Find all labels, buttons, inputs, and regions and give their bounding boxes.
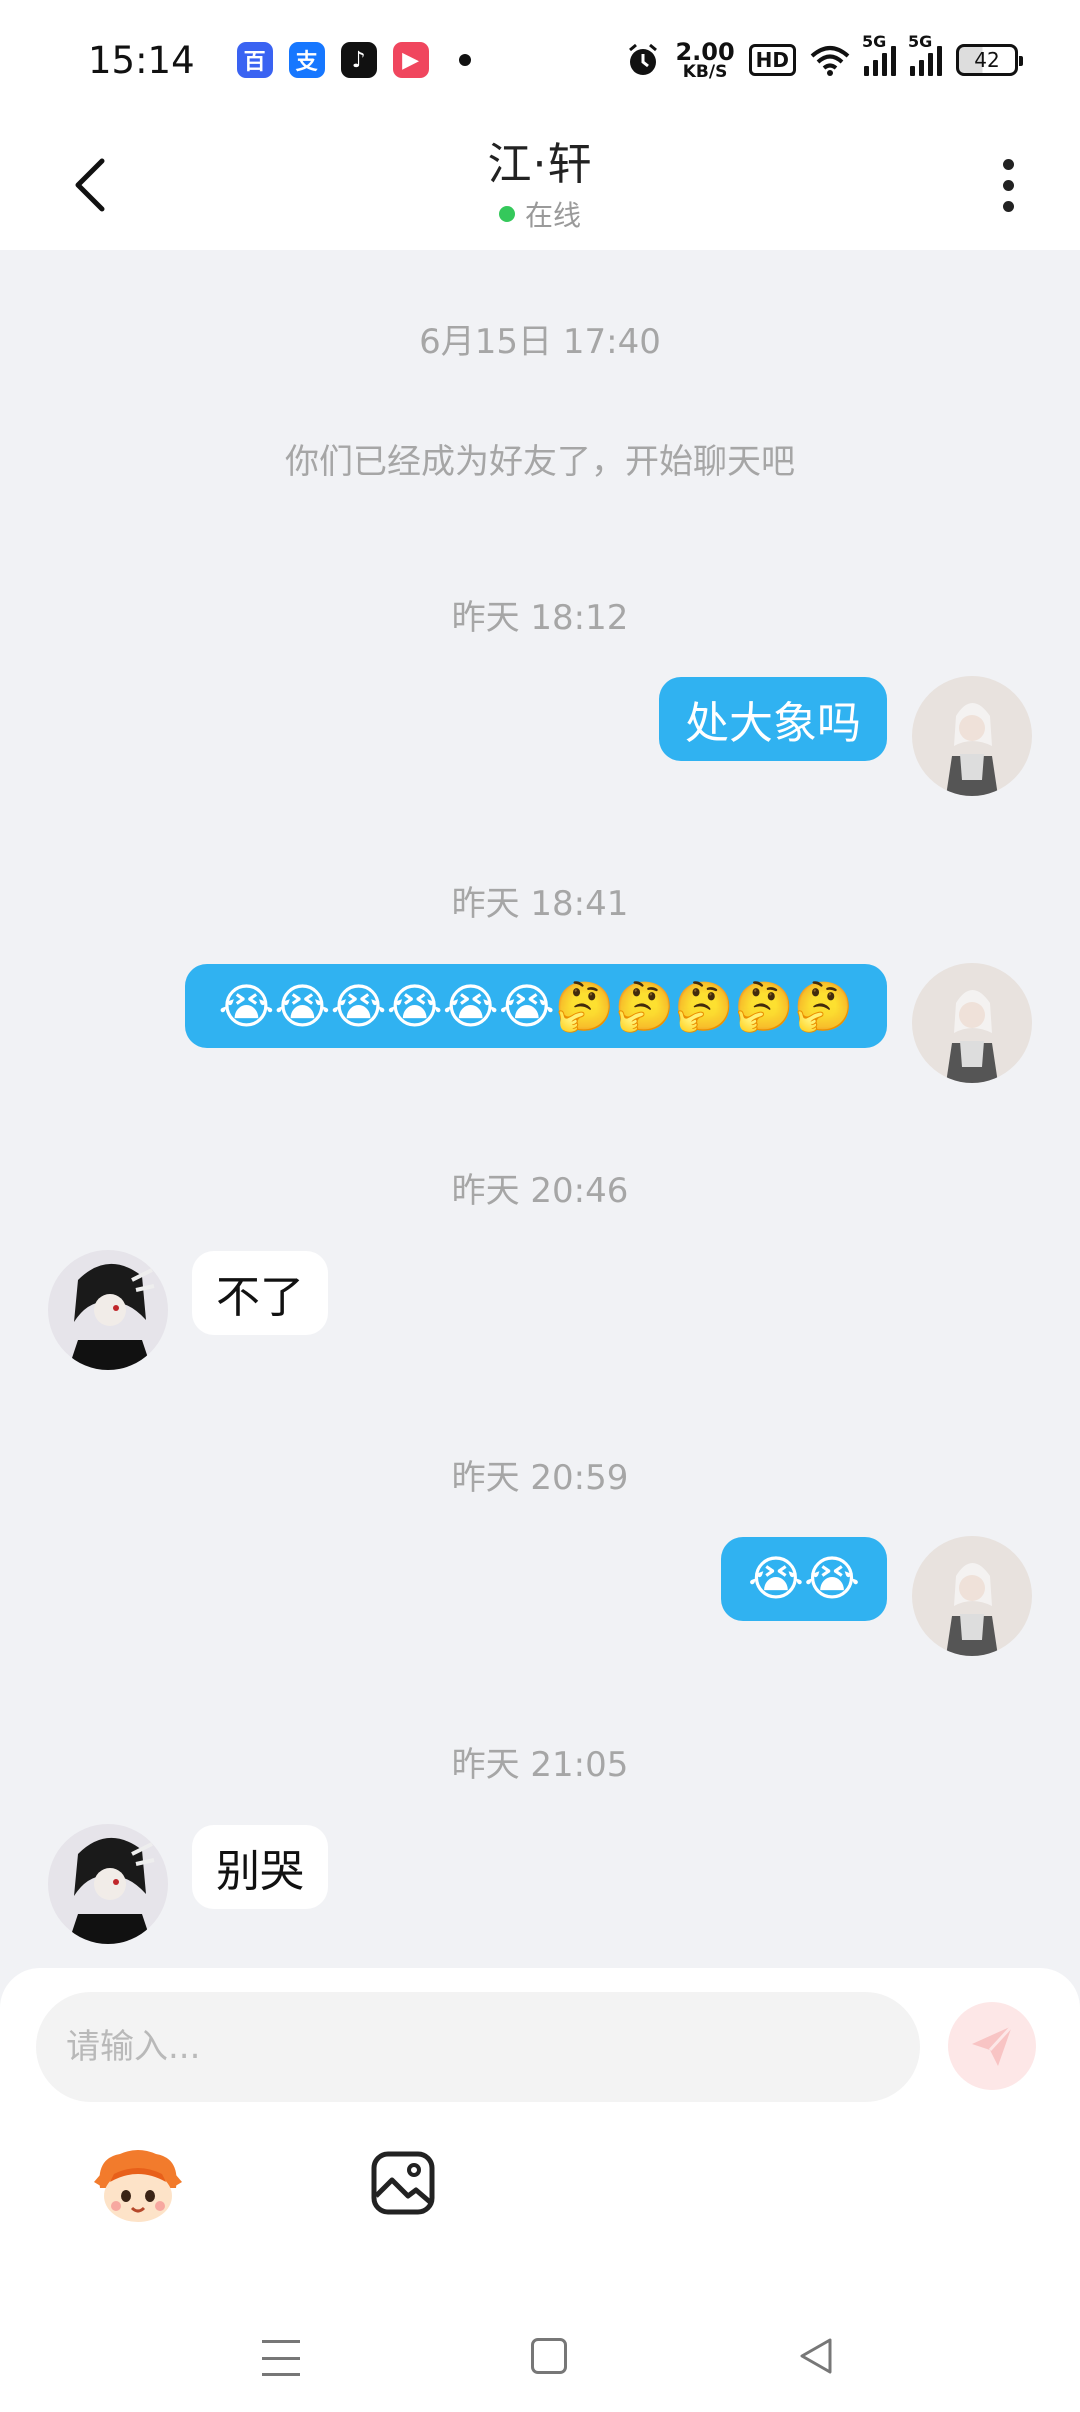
contact-name: 江·轩: [487, 139, 593, 190]
menu-line-icon: [262, 2356, 300, 2360]
status-bar: 15:14 百 支 ♪ ▶ 2.00 KB/S HD 5G 5G 42: [0, 0, 1080, 120]
incoming-message[interactable]: 不了: [192, 1251, 328, 1335]
more-notifications-icon: [458, 54, 471, 66]
outgoing-message[interactable]: 处大象吗: [659, 677, 887, 761]
system-note: 你们已经成为好友了，开始聊天吧: [285, 442, 795, 482]
online-status: 在线: [498, 194, 581, 234]
dot-icon: [1002, 179, 1014, 191]
avatar-white-hair-image: [912, 1536, 1032, 1656]
wifi-icon: [810, 46, 850, 76]
timestamp: 昨天 18:41: [451, 884, 629, 924]
more-options-button[interactable]: [988, 150, 1028, 220]
send-icon: [972, 2024, 1014, 2066]
my-avatar[interactable]: [912, 676, 1032, 796]
battery-icon: 42: [956, 44, 1023, 76]
status-time: 15:14: [88, 38, 195, 82]
back-button[interactable]: [72, 150, 116, 220]
menu-line-icon: [262, 2340, 300, 2343]
sticker-button[interactable]: [90, 2148, 186, 2228]
alarm-icon: [629, 43, 658, 75]
online-status-text: 在线: [524, 199, 581, 232]
my-avatar[interactable]: [912, 1536, 1032, 1656]
image-picker-button[interactable]: [370, 2150, 436, 2216]
send-button[interactable]: [948, 2002, 1036, 2090]
chat-screen: 15:14 百 支 ♪ ▶ 2.00 KB/S HD 5G 5G 42 江·轩 …: [0, 0, 1080, 2412]
alipay-icon: 支: [288, 42, 325, 78]
avatar-dark-hair-image: [48, 1250, 168, 1370]
emoji-message-text: 😭😭: [747, 1551, 861, 1607]
tiktok-icon: ♪: [340, 42, 377, 78]
chevron-left-icon: [75, 158, 105, 212]
baidu-icon: 百: [236, 42, 273, 78]
chat-header: 江·轩 在线: [0, 120, 1080, 250]
timestamp: 昨天 18:12: [451, 598, 629, 638]
signal-strength-icon: 5G: [862, 32, 896, 76]
timestamp: 6月15日 17:40: [419, 322, 661, 362]
my-avatar[interactable]: [912, 963, 1032, 1083]
contact-title: 江·轩 在线: [488, 128, 593, 234]
home-button[interactable]: [531, 2338, 567, 2374]
dot-icon: [1002, 158, 1014, 170]
outgoing-message[interactable]: 😭😭😭😭😭😭🤔🤔🤔🤔🤔: [185, 964, 887, 1048]
status-indicators: 2.00 KB/S HD 5G 5G 42: [625, 32, 1023, 82]
image-icon: [371, 2151, 435, 2215]
video-app-icon: ▶: [392, 42, 429, 78]
avatar-white-hair-image: [912, 676, 1032, 796]
notification-app-icons: 百 支 ♪ ▶: [236, 42, 471, 78]
incoming-message[interactable]: 别哭: [192, 1825, 328, 1909]
message-input[interactable]: [36, 1992, 920, 2102]
hd-voice-badge: HD: [748, 44, 796, 76]
emoji-message-text: 😭😭😭😭😭😭🤔🤔🤔🤔🤔: [218, 978, 854, 1035]
online-dot-icon: [498, 206, 515, 222]
timestamp: 昨天 21:05: [451, 1745, 629, 1785]
network-speed: 2.00 KB/S: [675, 37, 735, 82]
contact-avatar[interactable]: [48, 1824, 168, 1944]
timestamp: 昨天 20:46: [451, 1171, 629, 1211]
avatar-white-hair-image: [912, 963, 1032, 1083]
system-back-button[interactable]: [796, 2336, 836, 2376]
menu-line-icon: [262, 2373, 300, 2376]
triangle-back-icon: [800, 2338, 832, 2374]
battery-level: 42: [974, 48, 1000, 72]
timestamp: 昨天 20:59: [451, 1458, 629, 1498]
contact-avatar[interactable]: [48, 1250, 168, 1370]
outgoing-message[interactable]: 😭😭: [721, 1537, 887, 1621]
avatar-dark-hair-image: [48, 1824, 168, 1944]
sticker-mascot-icon: [94, 2150, 182, 2222]
dot-icon: [1002, 200, 1014, 212]
recent-apps-button[interactable]: [262, 2340, 300, 2376]
system-nav-bar: [0, 2300, 1080, 2412]
signal-strength-icon-2: 5G: [908, 32, 942, 76]
